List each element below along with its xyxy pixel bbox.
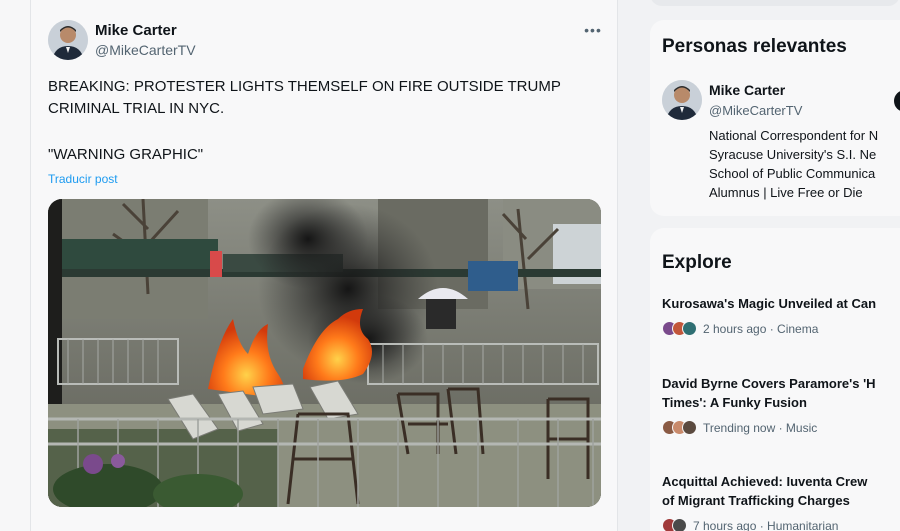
trend-avatar bbox=[682, 420, 697, 435]
relevant-person-bio: National Correspondent for N Syracuse Un… bbox=[709, 126, 900, 202]
follow-button[interactable] bbox=[894, 90, 900, 112]
left-column-edge bbox=[0, 0, 30, 531]
tweet-media-photo[interactable] bbox=[48, 199, 601, 507]
right-sidebar: Personas relevantes Mike Carter @MikeCar… bbox=[650, 0, 900, 531]
trend-title: Times': A Funky Fusion bbox=[662, 395, 807, 410]
trend-avatars bbox=[662, 321, 697, 336]
bio-line: Alumnus | Live Free or Die bbox=[709, 185, 863, 200]
relevant-people-panel: Personas relevantes Mike Carter @MikeCar… bbox=[650, 20, 900, 216]
relevant-person-name[interactable]: Mike Carter bbox=[709, 82, 785, 98]
trend-title: David Byrne Covers Paramore's 'H bbox=[662, 376, 876, 391]
trend-item[interactable]: Acquittal Achieved: Iuventa Crew of Migr… bbox=[662, 472, 900, 531]
relevant-people-title: Personas relevantes bbox=[662, 36, 847, 57]
tweet-text: BREAKING: PROTESTER LIGHTS THEMSELF ON F… bbox=[48, 78, 561, 117]
trend-avatars bbox=[662, 420, 697, 435]
author-name[interactable]: Mike Carter bbox=[95, 22, 177, 39]
trend-meta: 7 hours ago · Humanitarian bbox=[662, 518, 900, 531]
trend-meta-text: 2 hours ago · Cinema bbox=[703, 321, 819, 336]
trend-avatars bbox=[662, 518, 687, 531]
author-handle[interactable]: @MikeCarterTV bbox=[95, 42, 196, 58]
trend-title: Kurosawa's Magic Unveiled at Can bbox=[662, 296, 877, 311]
bio-line: National Correspondent for N bbox=[709, 128, 879, 143]
trend-title: of Migrant Trafficking Charges bbox=[662, 493, 850, 508]
translate-post-link[interactable]: Traducir post bbox=[48, 172, 118, 186]
author-avatar[interactable] bbox=[48, 20, 88, 60]
explore-panel: Explore Kurosawa's Magic Unveiled at Can… bbox=[650, 228, 900, 531]
trend-meta: Trending now · Music bbox=[662, 420, 900, 435]
relevant-person-avatar[interactable] bbox=[662, 80, 702, 120]
tweet-card[interactable]: Mike Carter @MikeCarterTV ••• BREAKING: … bbox=[30, 0, 618, 531]
search-bar[interactable] bbox=[650, 0, 900, 6]
tweet-warning-text: "WARNING GRAPHIC" bbox=[48, 146, 204, 163]
more-horizontal-icon[interactable]: ••• bbox=[581, 22, 605, 38]
trend-avatar bbox=[672, 518, 687, 531]
bio-line: School of Public Communica bbox=[709, 166, 876, 181]
trend-title: Acquittal Achieved: Iuventa Crew bbox=[662, 474, 868, 489]
trend-meta: 2 hours ago · Cinema bbox=[662, 321, 900, 336]
explore-title: Explore bbox=[662, 252, 732, 273]
relevant-person-handle[interactable]: @MikeCarterTV bbox=[709, 103, 802, 118]
bio-line: Syracuse University's S.I. Ne bbox=[709, 147, 877, 162]
trend-item[interactable]: David Byrne Covers Paramore's 'H Times':… bbox=[662, 374, 900, 435]
trend-item[interactable]: Kurosawa's Magic Unveiled at Can 2 hours… bbox=[662, 294, 900, 336]
trend-avatar bbox=[682, 321, 697, 336]
trend-meta-text: 7 hours ago · Humanitarian bbox=[693, 518, 839, 531]
trend-meta-text: Trending now · Music bbox=[703, 420, 818, 435]
